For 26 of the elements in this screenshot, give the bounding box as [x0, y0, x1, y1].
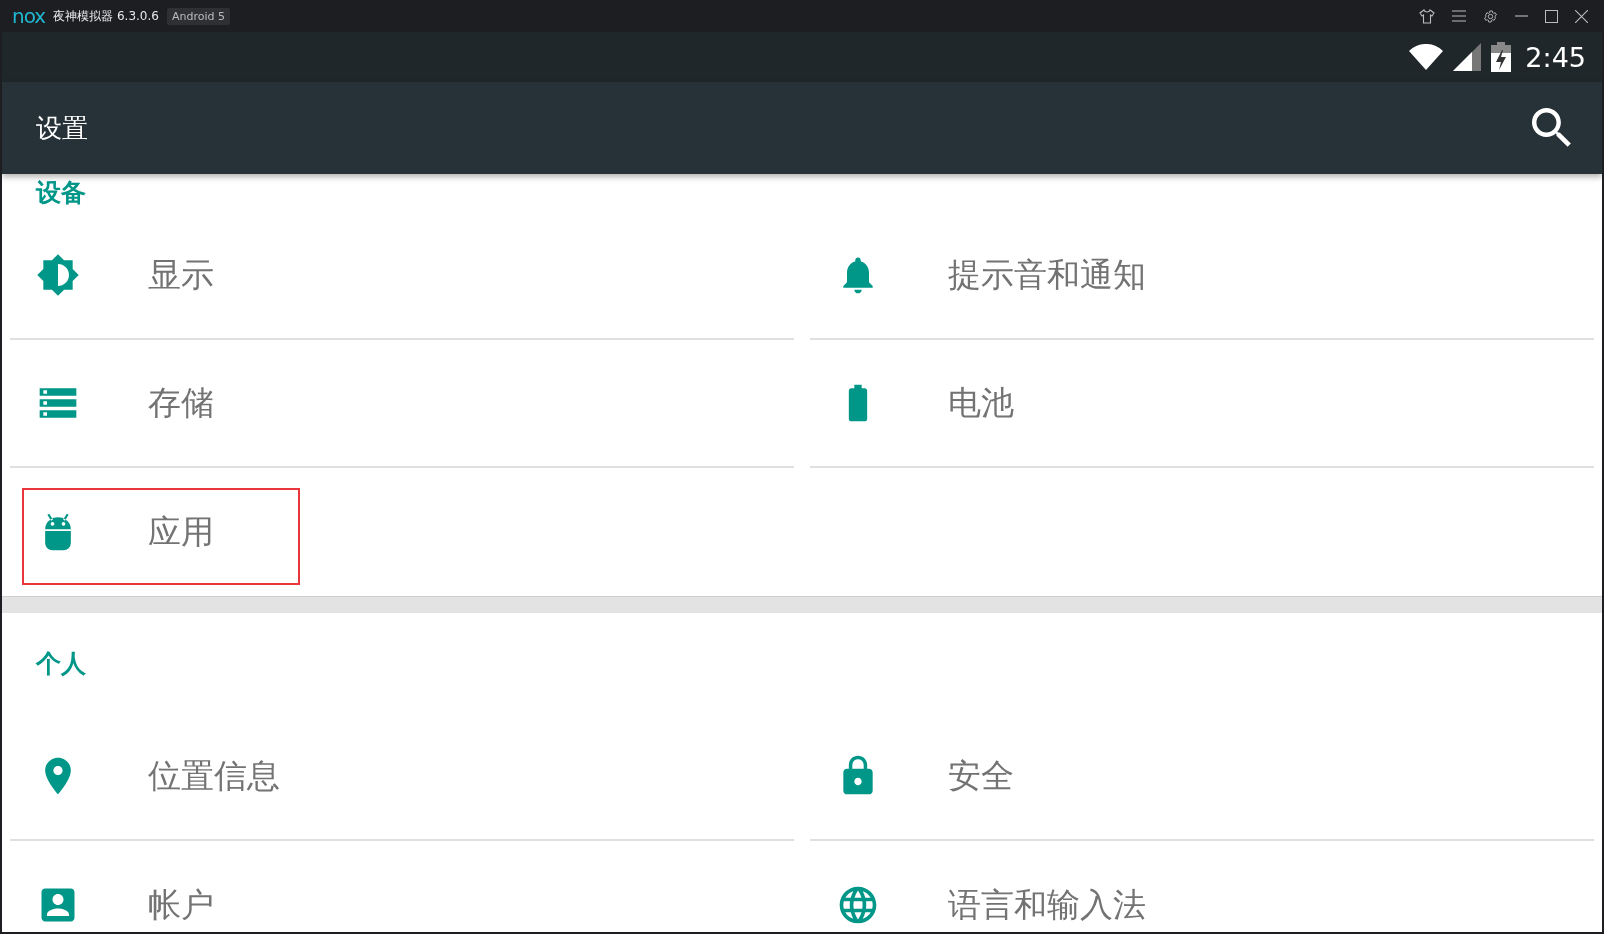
- settings-item[interactable]: 电池: [810, 340, 1594, 468]
- section-header: 个人: [36, 647, 86, 680]
- app-logo: nox: [12, 4, 46, 28]
- status-time: 2:45: [1525, 41, 1586, 73]
- window-title: 夜神模拟器 6.3.0.6: [53, 7, 159, 25]
- menu-icon[interactable]: [1452, 10, 1466, 22]
- toolbar-title: 设置: [36, 111, 88, 145]
- close-icon[interactable]: [1575, 9, 1588, 23]
- cell-signal-icon: [1453, 43, 1482, 71]
- settings-item[interactable]: 安全: [810, 713, 1594, 841]
- settings-item[interactable]: 显示: [10, 212, 794, 340]
- section-header: 设备: [36, 177, 86, 209]
- settings-item[interactable]: 语言和输入法: [810, 841, 1594, 932]
- maximize-icon[interactable]: [1545, 9, 1558, 23]
- version-badge: Android 5: [166, 7, 230, 25]
- wifi-icon: [1409, 44, 1444, 70]
- brightness-icon: [36, 253, 80, 297]
- search-icon[interactable]: [1532, 108, 1572, 148]
- settings-item[interactable]: 帐户: [10, 841, 794, 932]
- settings-item[interactable]: 应用: [10, 468, 794, 596]
- battery-charging-icon: [1491, 42, 1512, 72]
- shirt-icon[interactable]: [1419, 8, 1435, 24]
- settings-item[interactable]: 存储: [10, 340, 794, 468]
- settings-item[interactable]: 位置信息: [10, 713, 794, 841]
- settings-item[interactable]: 提示音和通知: [810, 212, 1594, 340]
- settings-icon[interactable]: [1483, 8, 1498, 24]
